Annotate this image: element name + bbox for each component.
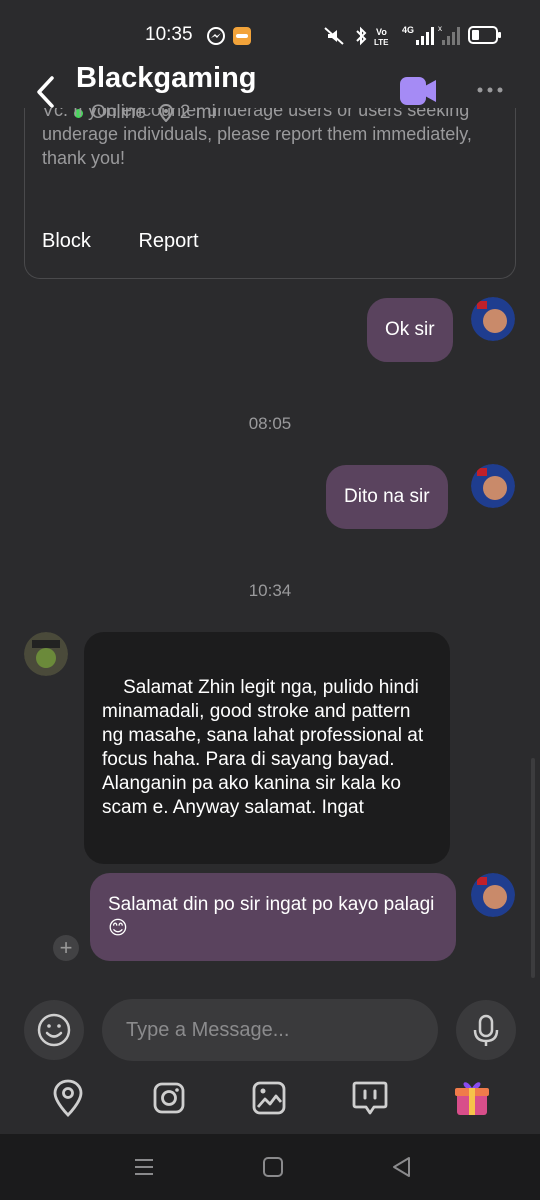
contact-name[interactable]: Blackgaming	[76, 62, 257, 95]
back-arrow-icon[interactable]	[30, 72, 60, 112]
attachment-toolbar	[0, 1075, 540, 1125]
video-call-icon[interactable]	[399, 76, 437, 106]
more-options-icon[interactable]	[476, 82, 504, 98]
notice-text: Vc. If you encounter underage users or u…	[42, 108, 472, 168]
bluetooth-icon	[356, 26, 367, 46]
gallery-icon[interactable]	[249, 1075, 289, 1121]
contact-avatar[interactable]	[24, 632, 68, 676]
mute-icon	[324, 27, 344, 45]
add-reaction-icon[interactable]: +	[53, 935, 79, 961]
notice-actions: Block Report	[42, 230, 241, 253]
svg-text:Vo: Vo	[376, 27, 387, 37]
emoji-button[interactable]	[24, 1000, 84, 1060]
message-text: Salamat Zhin legit nga, pulido hindi min…	[102, 677, 424, 818]
back-nav-icon[interactable]	[389, 1154, 415, 1180]
quick-reply-icon[interactable]	[350, 1075, 390, 1121]
svg-text:LTE: LTE	[374, 38, 389, 47]
status-time: 10:35	[145, 24, 193, 45]
voice-button[interactable]	[456, 1000, 516, 1060]
outgoing-message[interactable]: Ok sir	[367, 298, 453, 362]
message-composer	[0, 997, 540, 1065]
my-avatar[interactable]	[471, 873, 515, 917]
outgoing-message[interactable]: Salamat din po sir ingat po kayo palagi …	[90, 873, 456, 961]
battery-icon	[468, 26, 501, 44]
messenger-icon	[207, 27, 225, 45]
my-avatar[interactable]	[471, 464, 515, 508]
message-text: Dito na sir	[344, 486, 430, 507]
message-input[interactable]	[102, 999, 438, 1061]
location-icon[interactable]	[48, 1075, 88, 1121]
emoji-icon	[37, 1013, 71, 1047]
time-divider: 10:34	[248, 581, 292, 600]
system-navigation-bar	[0, 1134, 540, 1200]
svg-text:x: x	[438, 24, 442, 33]
report-button[interactable]: Report	[138, 230, 198, 252]
app-badge-icon	[233, 27, 251, 45]
microphone-icon	[473, 1014, 499, 1046]
block-button[interactable]: Block	[42, 230, 91, 252]
status-bar: 10:35 Vo LTE 4G x	[0, 0, 540, 60]
message-text: Salamat din po sir ingat po kayo palagi …	[108, 894, 435, 939]
recent-apps-icon[interactable]	[131, 1154, 157, 1180]
instagram-icon[interactable]	[149, 1075, 189, 1121]
scrollbar[interactable]	[531, 758, 535, 978]
time-divider: 08:05	[248, 414, 292, 433]
message-text: Ok sir	[385, 319, 435, 340]
outgoing-message[interactable]: Dito na sir	[326, 465, 448, 529]
incoming-message[interactable]: Salamat Zhin legit nga, pulido hindi min…	[84, 632, 450, 864]
signal-icon: x	[438, 24, 460, 45]
my-avatar[interactable]	[471, 297, 515, 341]
gift-icon[interactable]	[452, 1075, 492, 1121]
home-icon[interactable]	[260, 1154, 286, 1180]
signal-4g-icon: 4G	[402, 25, 434, 45]
safety-notice-card: Vc. If you encounter underage users or u…	[24, 108, 516, 279]
network-label: 4G	[402, 25, 414, 35]
volte-icon: Vo LTE	[374, 27, 389, 47]
